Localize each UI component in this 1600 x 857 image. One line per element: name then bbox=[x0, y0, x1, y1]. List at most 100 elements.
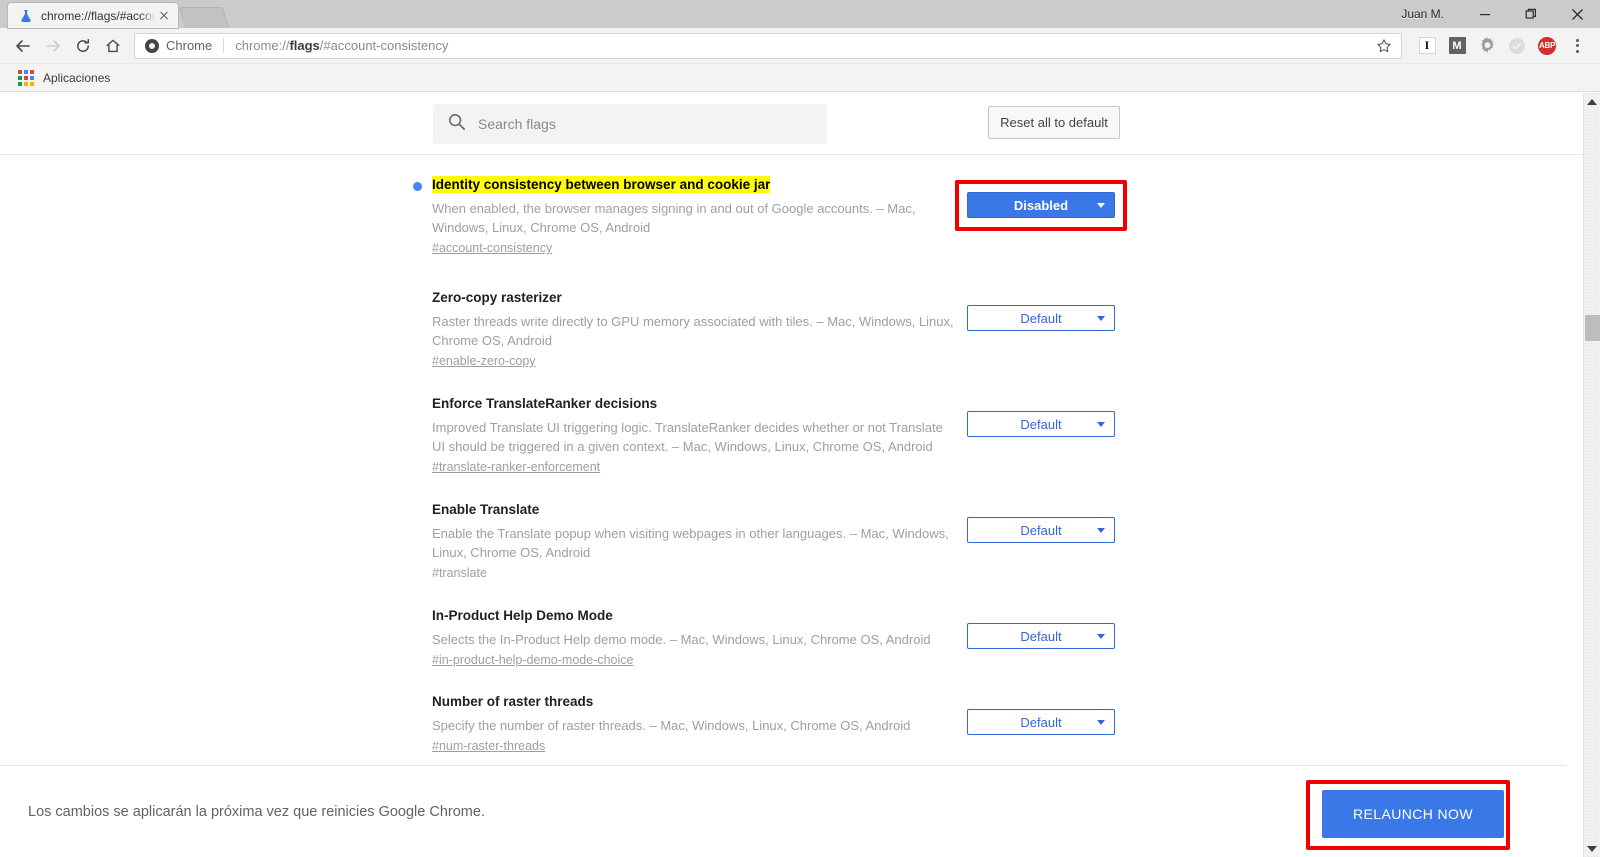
flags-header: Search flags Reset all to default bbox=[0, 93, 1583, 155]
flag-title: Enable Translate bbox=[432, 502, 540, 517]
omnibox-divider bbox=[223, 38, 225, 53]
flag-title: In-Product Help Demo Mode bbox=[432, 608, 613, 623]
url-text: chrome://flags/#account-consistency bbox=[235, 38, 448, 53]
flag-row: Enable Translate Enable the Translate po… bbox=[0, 501, 1583, 585]
flag-row: Identity consistency between browser and… bbox=[0, 176, 1583, 260]
flag-title: Identity consistency between browser and… bbox=[432, 176, 771, 193]
reset-all-to-default-button[interactable]: Reset all to default bbox=[988, 106, 1120, 139]
chevron-down-icon bbox=[1097, 528, 1105, 533]
flag-state-value: Default bbox=[1020, 628, 1062, 644]
flag-hash-link[interactable]: #in-product-help-demo-mode-choice bbox=[432, 653, 634, 667]
browser-window: chrome://flags/#account Juan M. Chrome c… bbox=[0, 0, 1600, 857]
search-icon bbox=[447, 112, 466, 136]
vertical-scrollbar[interactable] bbox=[1583, 93, 1600, 857]
flag-description: Specify the number of raster threads. – … bbox=[432, 718, 911, 733]
browser-toolbar: Chrome chrome://flags/#account-consisten… bbox=[0, 28, 1600, 64]
scroll-up-icon[interactable] bbox=[1584, 93, 1600, 110]
chevron-down-icon bbox=[1097, 203, 1105, 208]
flag-select-wrapper: Default bbox=[967, 709, 1115, 735]
flag-state-value: Default bbox=[1020, 714, 1062, 730]
address-bar[interactable]: Chrome chrome://flags/#account-consisten… bbox=[134, 32, 1402, 59]
flag-description: Enable the Translate popup when visiting… bbox=[432, 526, 949, 560]
url-prefix: chrome:// bbox=[235, 38, 290, 53]
chrome-icon bbox=[145, 38, 159, 53]
flag-state-select[interactable]: Default bbox=[967, 411, 1115, 437]
flag-state-select[interactable]: Default bbox=[967, 709, 1115, 735]
reload-icon[interactable] bbox=[68, 31, 98, 61]
close-window-icon[interactable] bbox=[1554, 0, 1600, 28]
flag-state-select[interactable]: Default bbox=[967, 517, 1115, 543]
tab-strip: chrome://flags/#account bbox=[0, 0, 230, 28]
relaunch-bar: Los cambios se aplicarán la próxima vez … bbox=[0, 765, 1566, 857]
title-bar: chrome://flags/#account Juan M. bbox=[0, 0, 1600, 28]
flag-row: Number of raster threads Specify the num… bbox=[0, 693, 1583, 757]
flags-page: Search flags Reset all to default Identi… bbox=[0, 93, 1583, 857]
url-bold: flags bbox=[289, 38, 320, 53]
flag-hash-link[interactable]: #account-consistency bbox=[432, 241, 552, 255]
browser-tab[interactable]: chrome://flags/#account bbox=[8, 3, 178, 28]
ext-i-icon[interactable]: I bbox=[1412, 31, 1442, 61]
flag-row: In-Product Help Demo Mode Selects the In… bbox=[0, 607, 1583, 671]
relaunch-now-button[interactable]: RELAUNCH NOW bbox=[1322, 790, 1504, 838]
ext-adblock-icon[interactable]: ABP bbox=[1532, 31, 1562, 61]
flag-select-wrapper: Disabled bbox=[967, 192, 1115, 218]
home-icon[interactable] bbox=[98, 31, 128, 61]
scroll-down-icon[interactable] bbox=[1584, 840, 1600, 857]
profile-name[interactable]: Juan M. bbox=[1401, 7, 1444, 21]
chevron-down-icon bbox=[1097, 720, 1105, 725]
flag-select-wrapper: Default bbox=[967, 305, 1115, 331]
scheme-label: Chrome bbox=[166, 38, 213, 53]
flag-select-wrapper: Default bbox=[967, 517, 1115, 543]
flag-hash-link[interactable]: #num-raster-threads bbox=[432, 739, 545, 753]
ext-check-circle-icon[interactable] bbox=[1502, 31, 1532, 61]
close-icon[interactable] bbox=[156, 8, 172, 24]
flag-state-value: Default bbox=[1020, 310, 1062, 326]
chevron-down-icon bbox=[1097, 634, 1105, 639]
bookmarks-bar: Aplicaciones bbox=[0, 64, 1600, 92]
tab-title: chrome://flags/#account bbox=[41, 8, 156, 23]
flask-icon bbox=[18, 8, 34, 24]
flag-marker-dot bbox=[413, 182, 422, 191]
minimize-icon[interactable] bbox=[1462, 0, 1508, 28]
back-icon[interactable] bbox=[8, 31, 38, 61]
flag-row: Enforce TranslateRanker decisions Improv… bbox=[0, 395, 1583, 479]
flag-row: Zero-copy rasterizer Raster threads writ… bbox=[0, 289, 1583, 373]
flag-select-wrapper: Default bbox=[967, 623, 1115, 649]
flag-state-select[interactable]: Disabled bbox=[967, 192, 1115, 218]
url-suffix: /#account-consistency bbox=[319, 38, 449, 53]
flag-hash-link[interactable]: #translate bbox=[432, 566, 487, 580]
flag-title: Number of raster threads bbox=[432, 694, 594, 709]
flag-state-select[interactable]: Default bbox=[967, 623, 1115, 649]
ext-mail-icon[interactable]: M bbox=[1442, 31, 1472, 61]
bookmark-star-icon[interactable] bbox=[1373, 35, 1395, 57]
ext-gear-icon[interactable] bbox=[1472, 31, 1502, 61]
maximize-icon[interactable] bbox=[1508, 0, 1554, 28]
bookmark-item-apps[interactable]: Aplicaciones bbox=[10, 68, 118, 88]
apps-grid-icon bbox=[18, 69, 34, 86]
flag-state-value: Disabled bbox=[1013, 197, 1069, 213]
new-tab-button[interactable] bbox=[178, 7, 230, 28]
window-controls: Juan M. bbox=[1401, 0, 1600, 28]
chevron-down-icon bbox=[1097, 422, 1105, 427]
flag-hash-link[interactable]: #translate-ranker-enforcement bbox=[432, 460, 600, 474]
site-chip: Chrome bbox=[145, 38, 212, 53]
flags-list: Identity consistency between browser and… bbox=[0, 155, 1583, 808]
flag-state-select[interactable]: Default bbox=[967, 305, 1115, 331]
forward-icon[interactable] bbox=[38, 31, 68, 61]
flag-hash-link[interactable]: #enable-zero-copy bbox=[432, 354, 536, 368]
chevron-down-icon bbox=[1097, 316, 1105, 321]
flag-title: Enforce TranslateRanker decisions bbox=[432, 396, 658, 411]
flag-description: Selects the In-Product Help demo mode. –… bbox=[432, 632, 931, 647]
flag-select-wrapper: Default bbox=[967, 411, 1115, 437]
search-placeholder: Search flags bbox=[478, 116, 556, 132]
flag-title: Zero-copy rasterizer bbox=[432, 290, 562, 305]
relaunch-notice: Los cambios se aplicarán la próxima vez … bbox=[28, 803, 485, 820]
scrollbar-thumb[interactable] bbox=[1585, 315, 1600, 341]
flag-description: Raster threads write directly to GPU mem… bbox=[432, 314, 954, 348]
search-input[interactable]: Search flags bbox=[433, 104, 827, 144]
flag-state-value: Default bbox=[1020, 522, 1062, 538]
browser-menu-icon[interactable] bbox=[1562, 31, 1592, 61]
flag-description: When enabled, the browser manages signin… bbox=[432, 201, 916, 235]
page-viewport: Search flags Reset all to default Identi… bbox=[0, 93, 1600, 857]
flag-description: Improved Translate UI triggering logic. … bbox=[432, 420, 943, 454]
